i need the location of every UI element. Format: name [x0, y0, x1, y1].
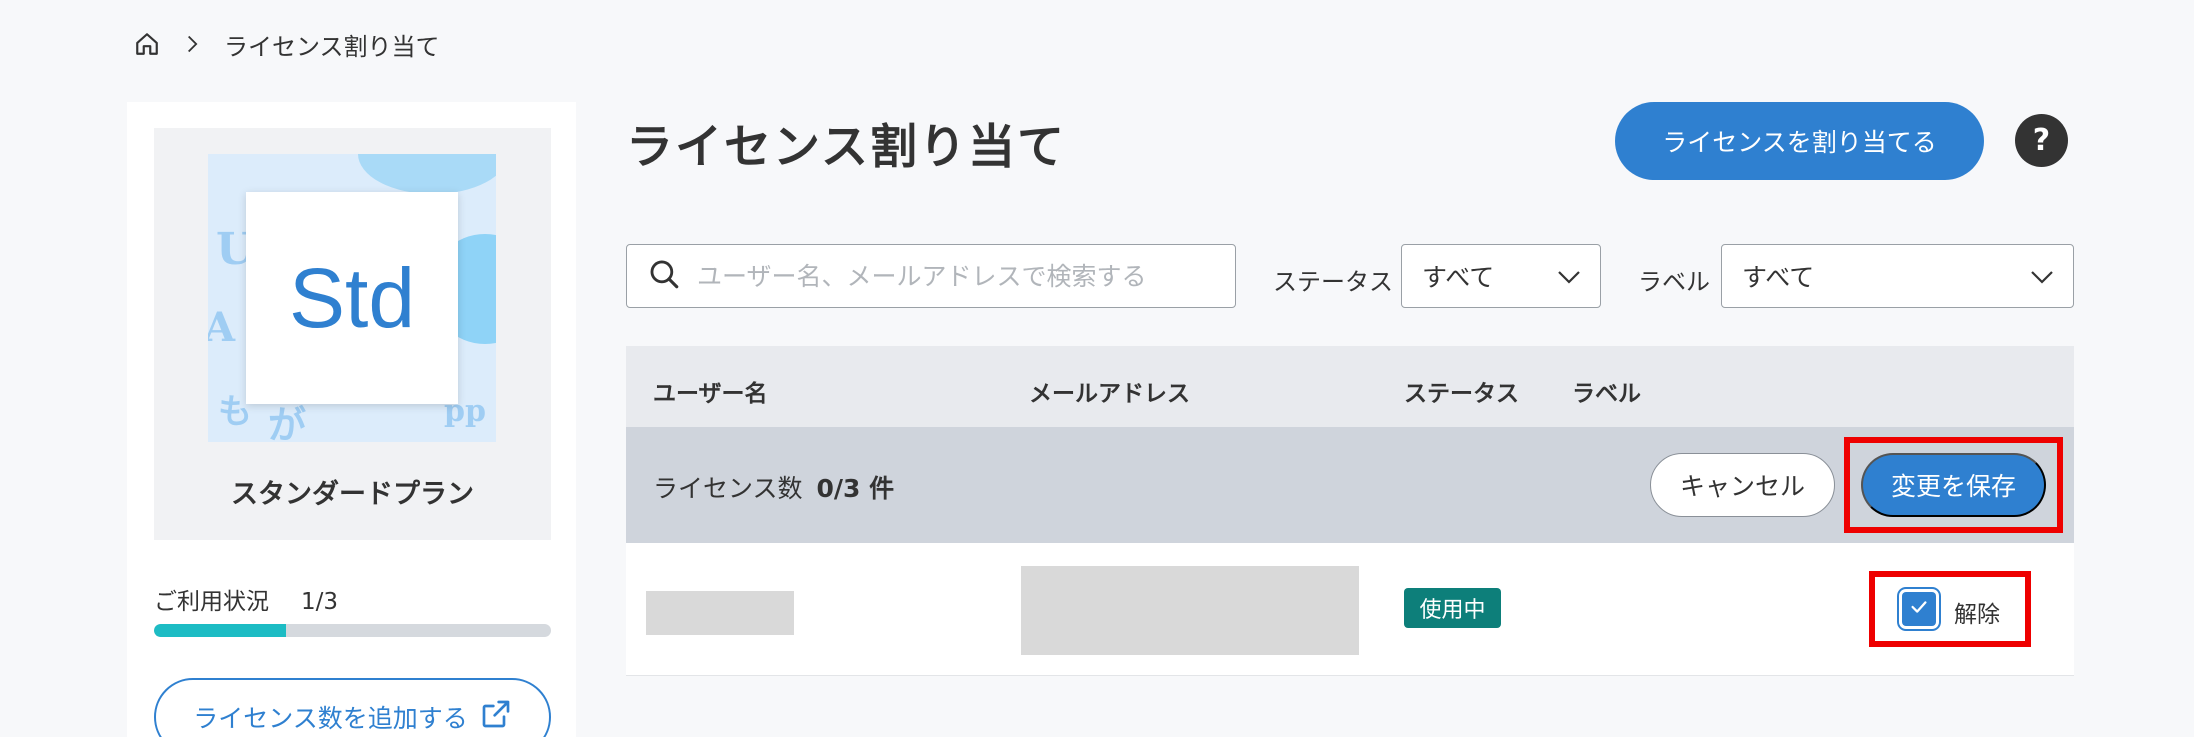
status-badge: 使用中 [1404, 588, 1501, 628]
column-header-email: メールアドレス [1029, 381, 1190, 407]
chevron-right-icon [182, 34, 202, 54]
external-link-icon [480, 698, 512, 737]
license-count: ライセンス数 0/3 件 [653, 469, 894, 505]
check-icon [1908, 596, 1930, 622]
redacted-email [1021, 566, 1359, 655]
usage-progress-fill [154, 624, 287, 637]
table-row: 使用中 解除 [626, 543, 2074, 676]
add-license-label: ライセンス数を追加する [193, 705, 468, 733]
breadcrumb-current: ライセンス割り当て [224, 32, 440, 61]
usage-status: ご利用状況 1/3 [154, 582, 338, 616]
plan-image: U A が も pp Std [208, 154, 496, 442]
plan-logo: Std [246, 192, 458, 404]
highlight-box [1869, 571, 2031, 647]
sidebar: U A が も pp Std スタンダードプラン ご利用状況 1/3 ライセンス数… [127, 102, 576, 737]
status-filter-select[interactable]: すべて [1401, 244, 1601, 308]
table-header: ユーザー名 メールアドレス ステータス ラベル [626, 346, 2074, 427]
search-icon [647, 257, 681, 295]
breadcrumb: ライセンス割り当て [134, 26, 440, 62]
decorative-glyph: A [208, 304, 236, 351]
plan-name: スタンダードプラン [231, 479, 474, 510]
release-label: 解除 [1954, 602, 2000, 628]
label-filter-value: すべて [1742, 263, 1815, 292]
cancel-button[interactable]: キャンセル [1650, 453, 1835, 517]
column-header-username: ユーザー名 [653, 381, 768, 407]
label-filter-select[interactable]: すべて [1721, 244, 2074, 308]
search-input[interactable] [697, 261, 1217, 291]
plan-card: U A が も pp Std スタンダードプラン [154, 128, 551, 540]
decorative-disc [358, 154, 496, 194]
usage-label: ご利用状況 [154, 589, 269, 615]
assign-license-button[interactable]: ライセンスを割り当てる [1615, 102, 1984, 180]
home-icon[interactable] [134, 31, 160, 57]
license-count-value: 0/3 件 [816, 474, 895, 503]
search-box [626, 244, 1236, 308]
page-title: ライセンス割り当て [626, 120, 1067, 175]
status-filter-value: すべて [1422, 263, 1495, 292]
usage-value: 1/3 [301, 589, 339, 615]
column-header-label: ラベル [1572, 381, 1641, 407]
redacted-username [646, 591, 794, 635]
status-filter-label: ステータス [1273, 268, 1393, 296]
license-table: ユーザー名 メールアドレス ステータス ラベル ライセンス数 0/3 件 キャンセ… [626, 346, 2074, 676]
license-count-row: ライセンス数 0/3 件 キャンセル 変更を保存 [626, 427, 2074, 569]
highlight-box [1844, 437, 2063, 533]
chevron-down-icon [1556, 262, 1582, 291]
add-license-button[interactable]: ライセンス数を追加する [154, 678, 551, 737]
chevron-down-icon [2029, 262, 2055, 291]
column-header-status: ステータス [1404, 381, 1519, 407]
license-count-label: ライセンス数 [653, 474, 803, 503]
label-filter-label: ラベル [1638, 268, 1710, 296]
help-icon[interactable]: ? [2015, 114, 2068, 167]
usage-progress-bar [154, 624, 551, 637]
release-checkbox[interactable] [1902, 592, 1936, 626]
